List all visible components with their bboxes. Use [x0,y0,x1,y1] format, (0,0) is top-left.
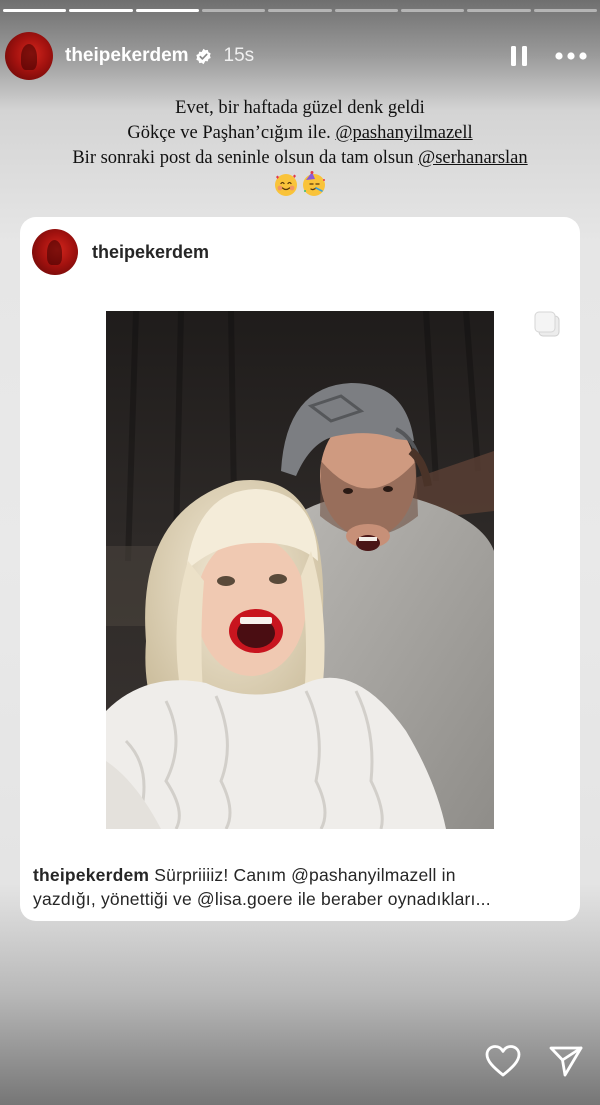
pause-icon[interactable] [510,45,528,67]
progress-segment [69,9,133,12]
mention-link[interactable]: @pashanyilmazell [335,123,472,143]
progress-segment [201,9,266,12]
post-caption: theipekerdem Sürpriiiiz! Canım @pashanyi… [33,863,569,911]
story-avatar[interactable] [5,32,53,80]
carousel-icon [534,311,560,337]
progress-segment [533,9,597,12]
progress-segment [3,9,67,12]
caption-username[interactable]: theipekerdem [33,865,149,885]
smiling-face-with-hearts-emoji [275,174,297,196]
progress-segment [268,9,332,12]
caption-text: Gökçe ve Paşhan’cığım ile. [127,123,336,143]
shared-post-card[interactable]: theipekerdem theipekerdem Sürpriiiiz! Ca… [20,217,580,921]
post-avatar[interactable] [32,229,78,275]
heart-icon[interactable] [484,1044,522,1078]
post-username[interactable]: theipekerdem [92,242,209,263]
progress-segment [467,9,531,12]
story-footer-actions [484,1044,584,1078]
story-timestamp: 15s [223,45,255,66]
story-username[interactable]: theipekerdem [65,45,189,67]
progress-segment [334,9,398,12]
caption-line: Bir sonraki post da seninle olsun da tam… [20,146,580,171]
caption-text: Sürpriiiiz! Canım @pashanyilmazell in [149,865,456,885]
caption-line: Gökçe ve Paşhan’cığım ile. @pashanyilmaz… [20,121,580,146]
caption-text: Bir sonraki post da seninle olsun da tam… [72,148,419,168]
send-icon[interactable] [548,1044,584,1078]
emoji-row [20,171,580,199]
post-photo [106,311,494,829]
partying-face-emoji [303,171,325,196]
post-header: theipekerdem [32,229,209,275]
story-caption: Evet, bir haftada güzel denk geldi Gökçe… [20,96,580,199]
progress-segment [400,9,465,12]
post-caption-line: yazdığı, yönettiği ve @lisa.goere ile be… [33,889,491,909]
story-header: theipekerdem 15s [5,30,588,82]
post-caption-line: theipekerdem Sürpriiiiz! Canım @pashanyi… [33,863,569,887]
mention-link[interactable]: @serhanarslan [418,148,528,168]
more-icon[interactable] [554,51,588,61]
progress-segment [135,9,199,12]
verified-badge-icon [195,48,211,64]
caption-line: Evet, bir haftada güzel denk geldi [175,98,425,118]
story-progress-bar [3,9,597,12]
